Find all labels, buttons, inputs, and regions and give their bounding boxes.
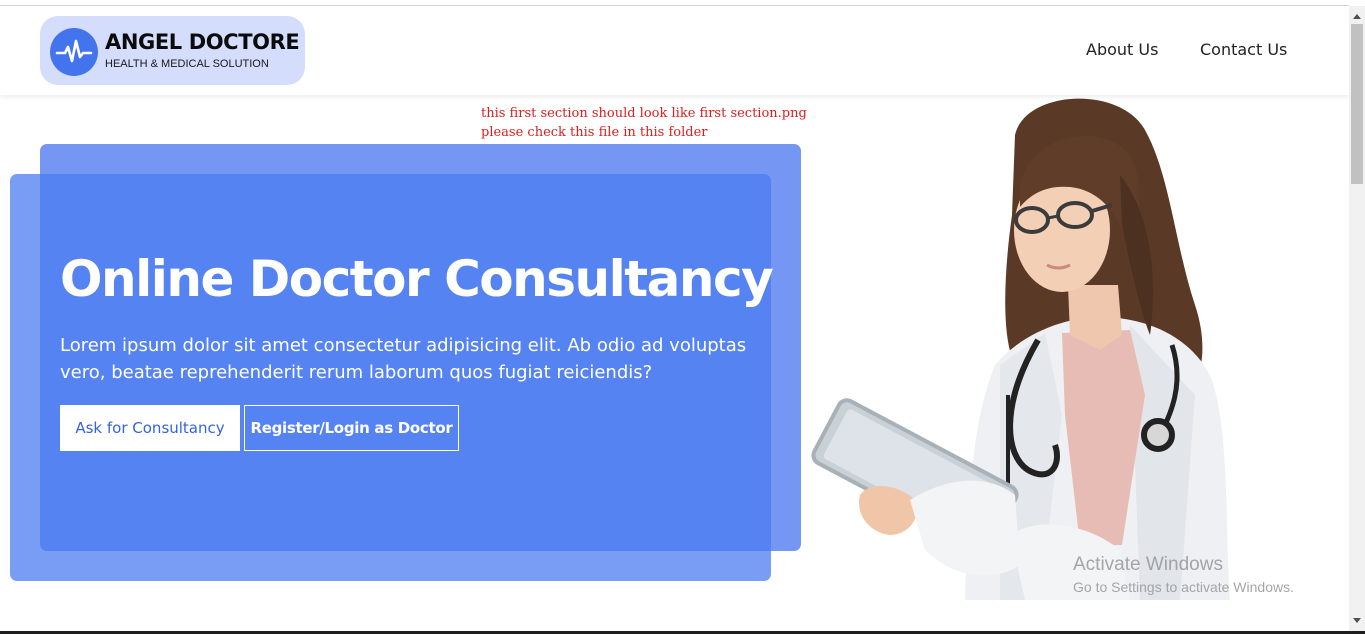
watermark-subtitle: Go to Settings to activate Windows. <box>1073 579 1294 595</box>
hero-description: Lorem ipsum dolor sit amet consectetur a… <box>60 335 747 383</box>
scroll-up-arrow-icon[interactable] <box>1353 14 1361 19</box>
navbar: ANGEL DOCTORE HEALTH & MEDICAL SOLUTION … <box>0 6 1349 95</box>
nav-contact-us[interactable]: Contact Us <box>1200 40 1287 59</box>
register-login-doctor-button[interactable]: Register/Login as Doctor <box>244 405 459 451</box>
doctor-illustration-icon <box>811 98 1230 600</box>
brand-logo[interactable]: ANGEL DOCTORE HEALTH & MEDICAL SOLUTION <box>40 16 305 85</box>
nav-about-us[interactable]: About Us <box>1086 40 1158 59</box>
hero-section: Online Doctor Consultancy Lorem ipsum do… <box>0 0 800 634</box>
doctor-image <box>800 95 1310 600</box>
scroll-thumb[interactable] <box>1351 24 1363 184</box>
scroll-down-arrow-icon[interactable] <box>1353 618 1361 623</box>
watermark-title: Activate Windows <box>1073 554 1223 575</box>
brand-tagline: HEALTH & MEDICAL SOLUTION <box>105 58 269 70</box>
brand-name: ANGEL DOCTORE <box>105 30 300 54</box>
heartbeat-icon <box>50 28 98 76</box>
hero-title: Online Doctor Consultancy <box>60 250 774 308</box>
activate-windows-watermark: Activate Windows Go to Settings to activ… <box>1073 554 1294 595</box>
vertical-scrollbar[interactable] <box>1349 6 1365 632</box>
ask-consultancy-button[interactable]: Ask for Consultancy <box>60 405 240 451</box>
